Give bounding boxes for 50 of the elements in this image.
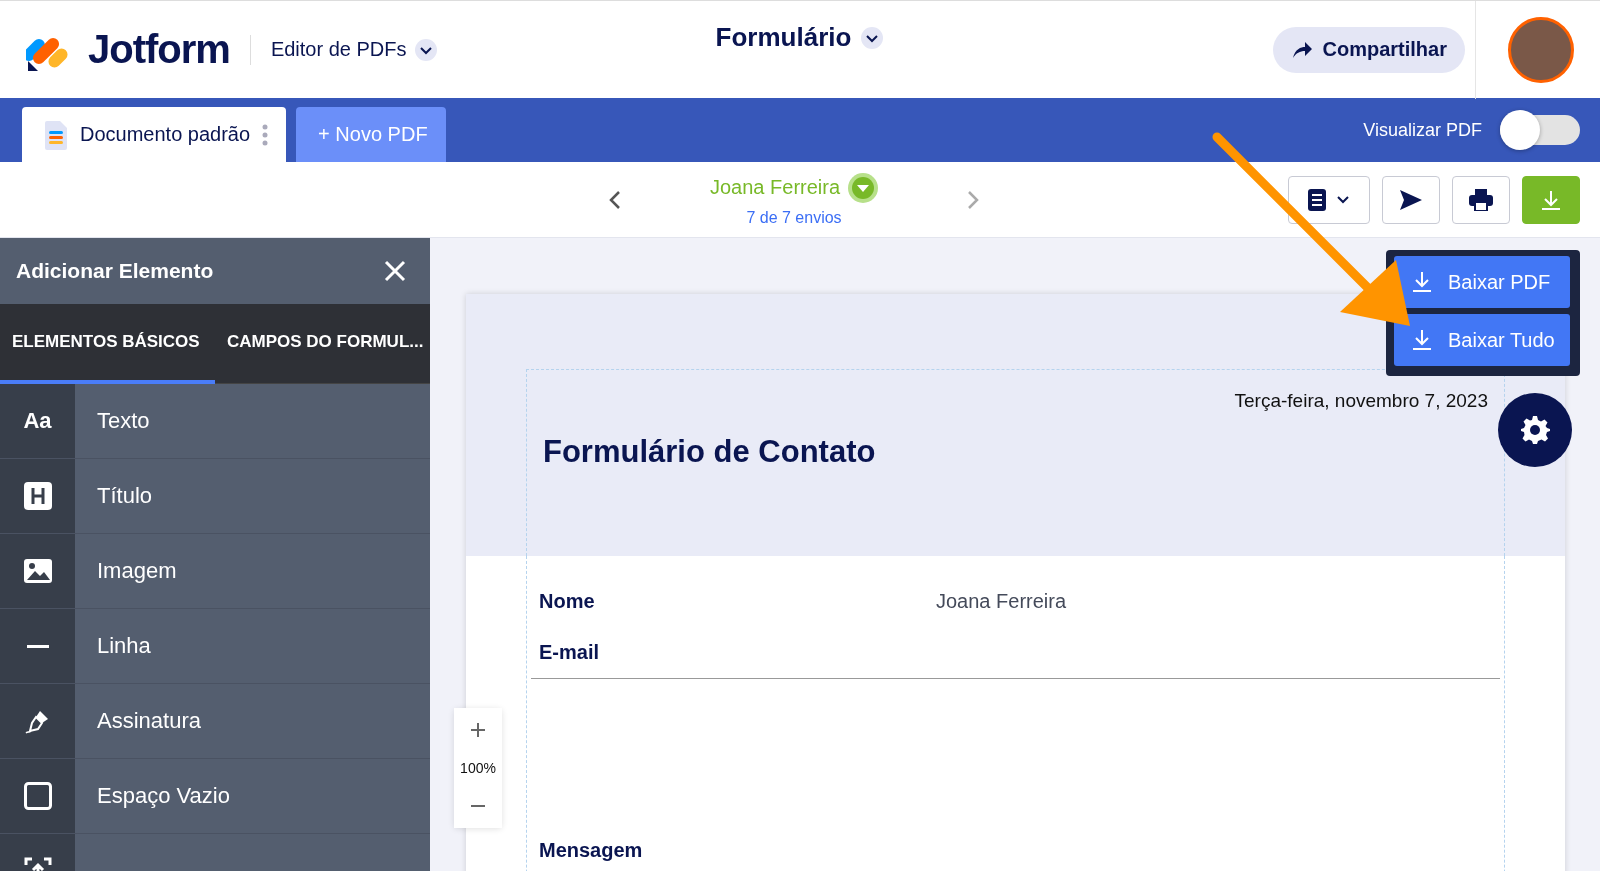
field-label: Nome [539, 590, 596, 613]
element-item[interactable]: Imagem [0, 534, 430, 609]
panel-title: Adicionar Elemento [16, 259, 214, 283]
preview-toggle[interactable] [1500, 110, 1580, 150]
download-icon [1412, 271, 1432, 293]
chevron-left-icon[interactable] [608, 188, 622, 211]
brand-name: Jotform [88, 27, 230, 72]
form-title[interactable]: Formulário [715, 22, 852, 53]
zoom-level: 100% [460, 759, 496, 778]
caret-icon [1336, 194, 1350, 205]
menu-item[interactable]: Baixar PDF [1394, 256, 1570, 308]
toggle-label: Visualizar PDF [1363, 119, 1482, 141]
document-title: Formulário de Contato [543, 434, 877, 470]
submitter-name: Joana Ferreira [710, 176, 841, 199]
heading-icon [23, 482, 52, 510]
field-label: Mensagem [539, 839, 644, 862]
image-icon [22, 558, 53, 584]
send-button[interactable] [1382, 175, 1440, 224]
settings-icon [1520, 415, 1550, 445]
list-icon [1308, 188, 1326, 211]
square-icon [23, 782, 52, 810]
document-tab[interactable]: Documento padrão [22, 107, 287, 162]
close-icon[interactable] [384, 260, 406, 282]
panel-tab[interactable]: CAMPOS DO FORMUL... [215, 304, 430, 384]
download-icon [1540, 188, 1562, 211]
document-icon [44, 119, 68, 150]
send-icon [1399, 188, 1423, 211]
element-item[interactable]: Linha [0, 609, 430, 684]
menu-item[interactable]: Baixar Tudo [1394, 314, 1570, 366]
element-item[interactable]: Assinatura [0, 684, 430, 759]
date-text: Terça-feira, novembro 7, 2023 [1233, 389, 1489, 412]
line-icon [26, 644, 49, 648]
text-format-icon: Aa [23, 408, 52, 434]
submission-counter: 7 de 7 envios [746, 208, 842, 227]
print-button[interactable] [1452, 175, 1510, 224]
field-label: E-mail [539, 641, 601, 664]
element-item[interactable]: Espaço Vazio [0, 759, 430, 834]
element-item[interactable]: Aa Texto [0, 384, 430, 459]
download-icon [1412, 329, 1432, 351]
chevron-down-icon[interactable] [861, 26, 884, 49]
zoom-in-button[interactable] [454, 708, 502, 752]
chevron-down-icon[interactable] [414, 38, 437, 61]
share-button[interactable]: Compartilhar [1272, 26, 1465, 73]
field-value: Joana Ferreira [936, 590, 1067, 613]
layout-menu-button[interactable] [1288, 175, 1370, 224]
element-item[interactable]: Título [0, 459, 430, 534]
plus-icon [471, 723, 485, 737]
product-name: Editor de PDFs [270, 38, 407, 61]
printer-icon [1469, 188, 1493, 211]
minus-icon [471, 805, 485, 807]
